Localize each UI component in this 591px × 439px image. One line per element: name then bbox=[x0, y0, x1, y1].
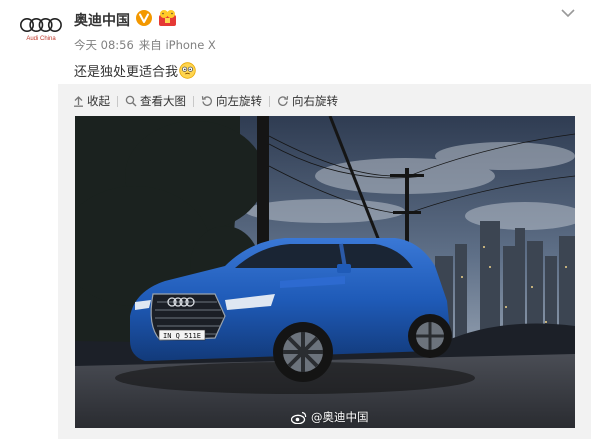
rotate-left-label: 向左旋转 bbox=[216, 94, 262, 108]
chevron-down-icon[interactable] bbox=[560, 7, 576, 19]
magnifier-icon bbox=[125, 95, 137, 107]
post-source[interactable]: 来自 iPhone X bbox=[139, 38, 216, 52]
license-plate: IN Q 511E bbox=[163, 332, 201, 340]
post-time[interactable]: 今天 08:56 bbox=[74, 38, 134, 52]
toolbar-divider bbox=[117, 95, 118, 107]
rotate-right-button[interactable]: 向右旋转 bbox=[277, 93, 338, 109]
post-meta: 今天 08:56 来自 iPhone X bbox=[74, 37, 216, 53]
rotate-right-icon bbox=[277, 96, 289, 106]
collapse-button[interactable]: 收起 bbox=[73, 93, 110, 109]
toolbar-divider bbox=[193, 95, 194, 107]
photo-watermark: @奥迪中国 bbox=[291, 409, 369, 425]
rotate-left-icon bbox=[201, 96, 213, 106]
view-large-label: 查看大图 bbox=[140, 94, 186, 108]
collapse-label: 收起 bbox=[87, 94, 110, 108]
author-name[interactable]: 奥迪中国 bbox=[74, 10, 130, 30]
post-photo[interactable]: IN Q 511E bbox=[75, 116, 575, 428]
image-toolbar: 收起 查看大图 向左旋转 向右旋转 bbox=[73, 93, 338, 109]
watermark-text: @奥迪中国 bbox=[311, 410, 369, 424]
audi-rings-logo bbox=[20, 18, 62, 32]
emoji-badge-icon bbox=[159, 10, 176, 26]
view-large-button[interactable]: 查看大图 bbox=[125, 93, 186, 109]
post-text: 还是独处更适合我 bbox=[74, 61, 196, 80]
weibo-logo-icon bbox=[291, 411, 307, 424]
avatar[interactable]: Audi China bbox=[12, 8, 70, 48]
post-text-body: 还是独处更适合我 bbox=[74, 65, 179, 80]
emoji-icon bbox=[179, 62, 196, 79]
rotate-right-label: 向右旋转 bbox=[292, 94, 338, 108]
toolbar-divider bbox=[269, 95, 270, 107]
avatar-subtitle: Audi China bbox=[26, 36, 56, 42]
collapse-up-icon bbox=[74, 96, 83, 107]
rotate-left-button[interactable]: 向左旋转 bbox=[201, 93, 262, 109]
verified-v-icon bbox=[136, 10, 152, 26]
